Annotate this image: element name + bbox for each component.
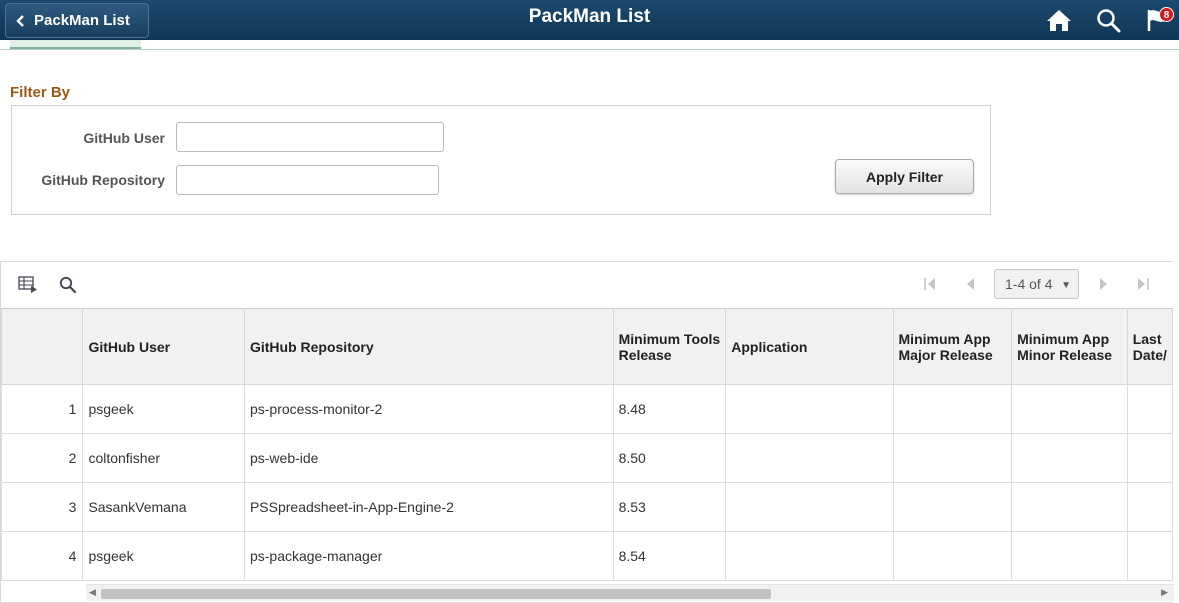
github-repository-input[interactable] bbox=[176, 165, 439, 195]
column-header-last-date[interactable]: Last Date/ bbox=[1126, 308, 1174, 385]
page-header: PackMan List PackMan List 8 bbox=[0, 0, 1179, 40]
cell-application bbox=[725, 433, 894, 483]
cell-minimum-tools-release: 8.48 bbox=[612, 384, 727, 434]
column-header-minimum-app-minor-release[interactable]: Minimum App Minor Release bbox=[1011, 308, 1128, 385]
first-page-icon[interactable] bbox=[923, 277, 937, 291]
column-header-minimum-app-major-release[interactable]: Minimum App Major Release bbox=[892, 308, 1013, 385]
horizontal-scrollbar[interactable]: ◀ ▶ bbox=[86, 584, 1174, 601]
cell-minimum-app-minor-release bbox=[1011, 384, 1128, 434]
page-title: PackMan List bbox=[528, 6, 651, 27]
search-icon[interactable] bbox=[1096, 8, 1122, 34]
scrollbar-thumb[interactable] bbox=[101, 589, 771, 599]
cell-minimum-app-minor-release bbox=[1011, 433, 1128, 483]
row-number: 3 bbox=[0, 482, 84, 532]
cell-last-date bbox=[1126, 384, 1174, 434]
home-icon[interactable] bbox=[1046, 8, 1072, 32]
filter-section-title: Filter By bbox=[10, 84, 71, 101]
notification-badge: 8 bbox=[1159, 7, 1174, 22]
dropdown-caret-icon: ▼ bbox=[1061, 280, 1071, 291]
table-header-row: GitHub User GitHub Repository Minimum To… bbox=[0, 308, 1174, 385]
tab-active-indicator[interactable] bbox=[10, 40, 141, 49]
cell-github-repository: ps-process-monitor-2 bbox=[243, 384, 614, 434]
cell-github-user: psgeek bbox=[82, 531, 245, 581]
page-range-text: 1-4 of 4 bbox=[1005, 276, 1053, 292]
cell-github-user: psgeek bbox=[82, 384, 245, 434]
cell-minimum-app-minor-release bbox=[1011, 482, 1128, 532]
github-repository-label: GitHub Repository bbox=[41, 172, 165, 188]
cell-last-date bbox=[1126, 433, 1174, 483]
cell-application bbox=[725, 531, 894, 581]
row-number: 4 bbox=[0, 531, 84, 581]
cell-minimum-tools-release: 8.54 bbox=[612, 531, 727, 581]
cell-github-repository: ps-package-manager bbox=[243, 531, 614, 581]
cell-github-user: SasankVemana bbox=[82, 482, 245, 532]
packman-grid: 1-4 of 4 ▼ GitHub User GitHub Repository… bbox=[0, 261, 1174, 603]
next-page-icon[interactable] bbox=[1098, 277, 1110, 291]
last-page-icon[interactable] bbox=[1136, 277, 1150, 291]
cell-minimum-app-major-release bbox=[892, 482, 1013, 532]
column-header-row-number bbox=[0, 308, 84, 385]
grid-search-icon[interactable] bbox=[59, 276, 77, 294]
packman-table: GitHub User GitHub Repository Minimum To… bbox=[0, 308, 1174, 581]
previous-page-icon[interactable] bbox=[964, 277, 976, 291]
cell-minimum-app-major-release bbox=[892, 433, 1013, 483]
row-number: 2 bbox=[0, 433, 84, 483]
column-header-application[interactable]: Application bbox=[725, 308, 894, 385]
cell-minimum-app-major-release bbox=[892, 384, 1013, 434]
cell-minimum-tools-release: 8.50 bbox=[612, 433, 727, 483]
table-row[interactable]: 1 psgeek ps-process-monitor-2 8.48 bbox=[0, 384, 1174, 434]
tab-strip bbox=[0, 40, 1179, 50]
cell-application bbox=[725, 482, 894, 532]
column-header-github-repository[interactable]: GitHub Repository bbox=[243, 308, 614, 385]
scroll-left-icon[interactable]: ◀ bbox=[89, 587, 96, 598]
grid-toolbar: 1-4 of 4 ▼ bbox=[1, 262, 1174, 308]
cell-last-date bbox=[1126, 482, 1174, 532]
table-row[interactable]: 3 SasankVemana PSSpreadsheet-in-App-Engi… bbox=[0, 482, 1174, 532]
table-row[interactable]: 4 psgeek ps-package-manager 8.54 bbox=[0, 531, 1174, 581]
cell-github-repository: PSSpreadsheet-in-App-Engine-2 bbox=[243, 482, 614, 532]
table-row[interactable]: 2 coltonfisher ps-web-ide 8.50 bbox=[0, 433, 1174, 483]
cell-github-user: coltonfisher bbox=[82, 433, 245, 483]
column-header-github-user[interactable]: GitHub User bbox=[82, 308, 245, 385]
grid-personalize-icon[interactable] bbox=[18, 276, 38, 293]
cell-minimum-app-minor-release bbox=[1011, 531, 1128, 581]
scroll-right-icon[interactable]: ▶ bbox=[1161, 587, 1168, 598]
row-number: 1 bbox=[0, 384, 84, 434]
cell-minimum-tools-release: 8.53 bbox=[612, 482, 727, 532]
github-user-label: GitHub User bbox=[83, 130, 165, 146]
cell-last-date bbox=[1126, 531, 1174, 581]
cell-minimum-app-major-release bbox=[892, 531, 1013, 581]
column-header-minimum-tools-release[interactable]: Minimum Tools Release bbox=[612, 308, 727, 385]
apply-filter-button[interactable]: Apply Filter bbox=[835, 159, 974, 194]
page-range-select[interactable]: 1-4 of 4 ▼ bbox=[994, 269, 1079, 299]
cell-application bbox=[725, 384, 894, 434]
cell-github-repository: ps-web-ide bbox=[243, 433, 614, 483]
github-user-input[interactable] bbox=[176, 122, 444, 152]
